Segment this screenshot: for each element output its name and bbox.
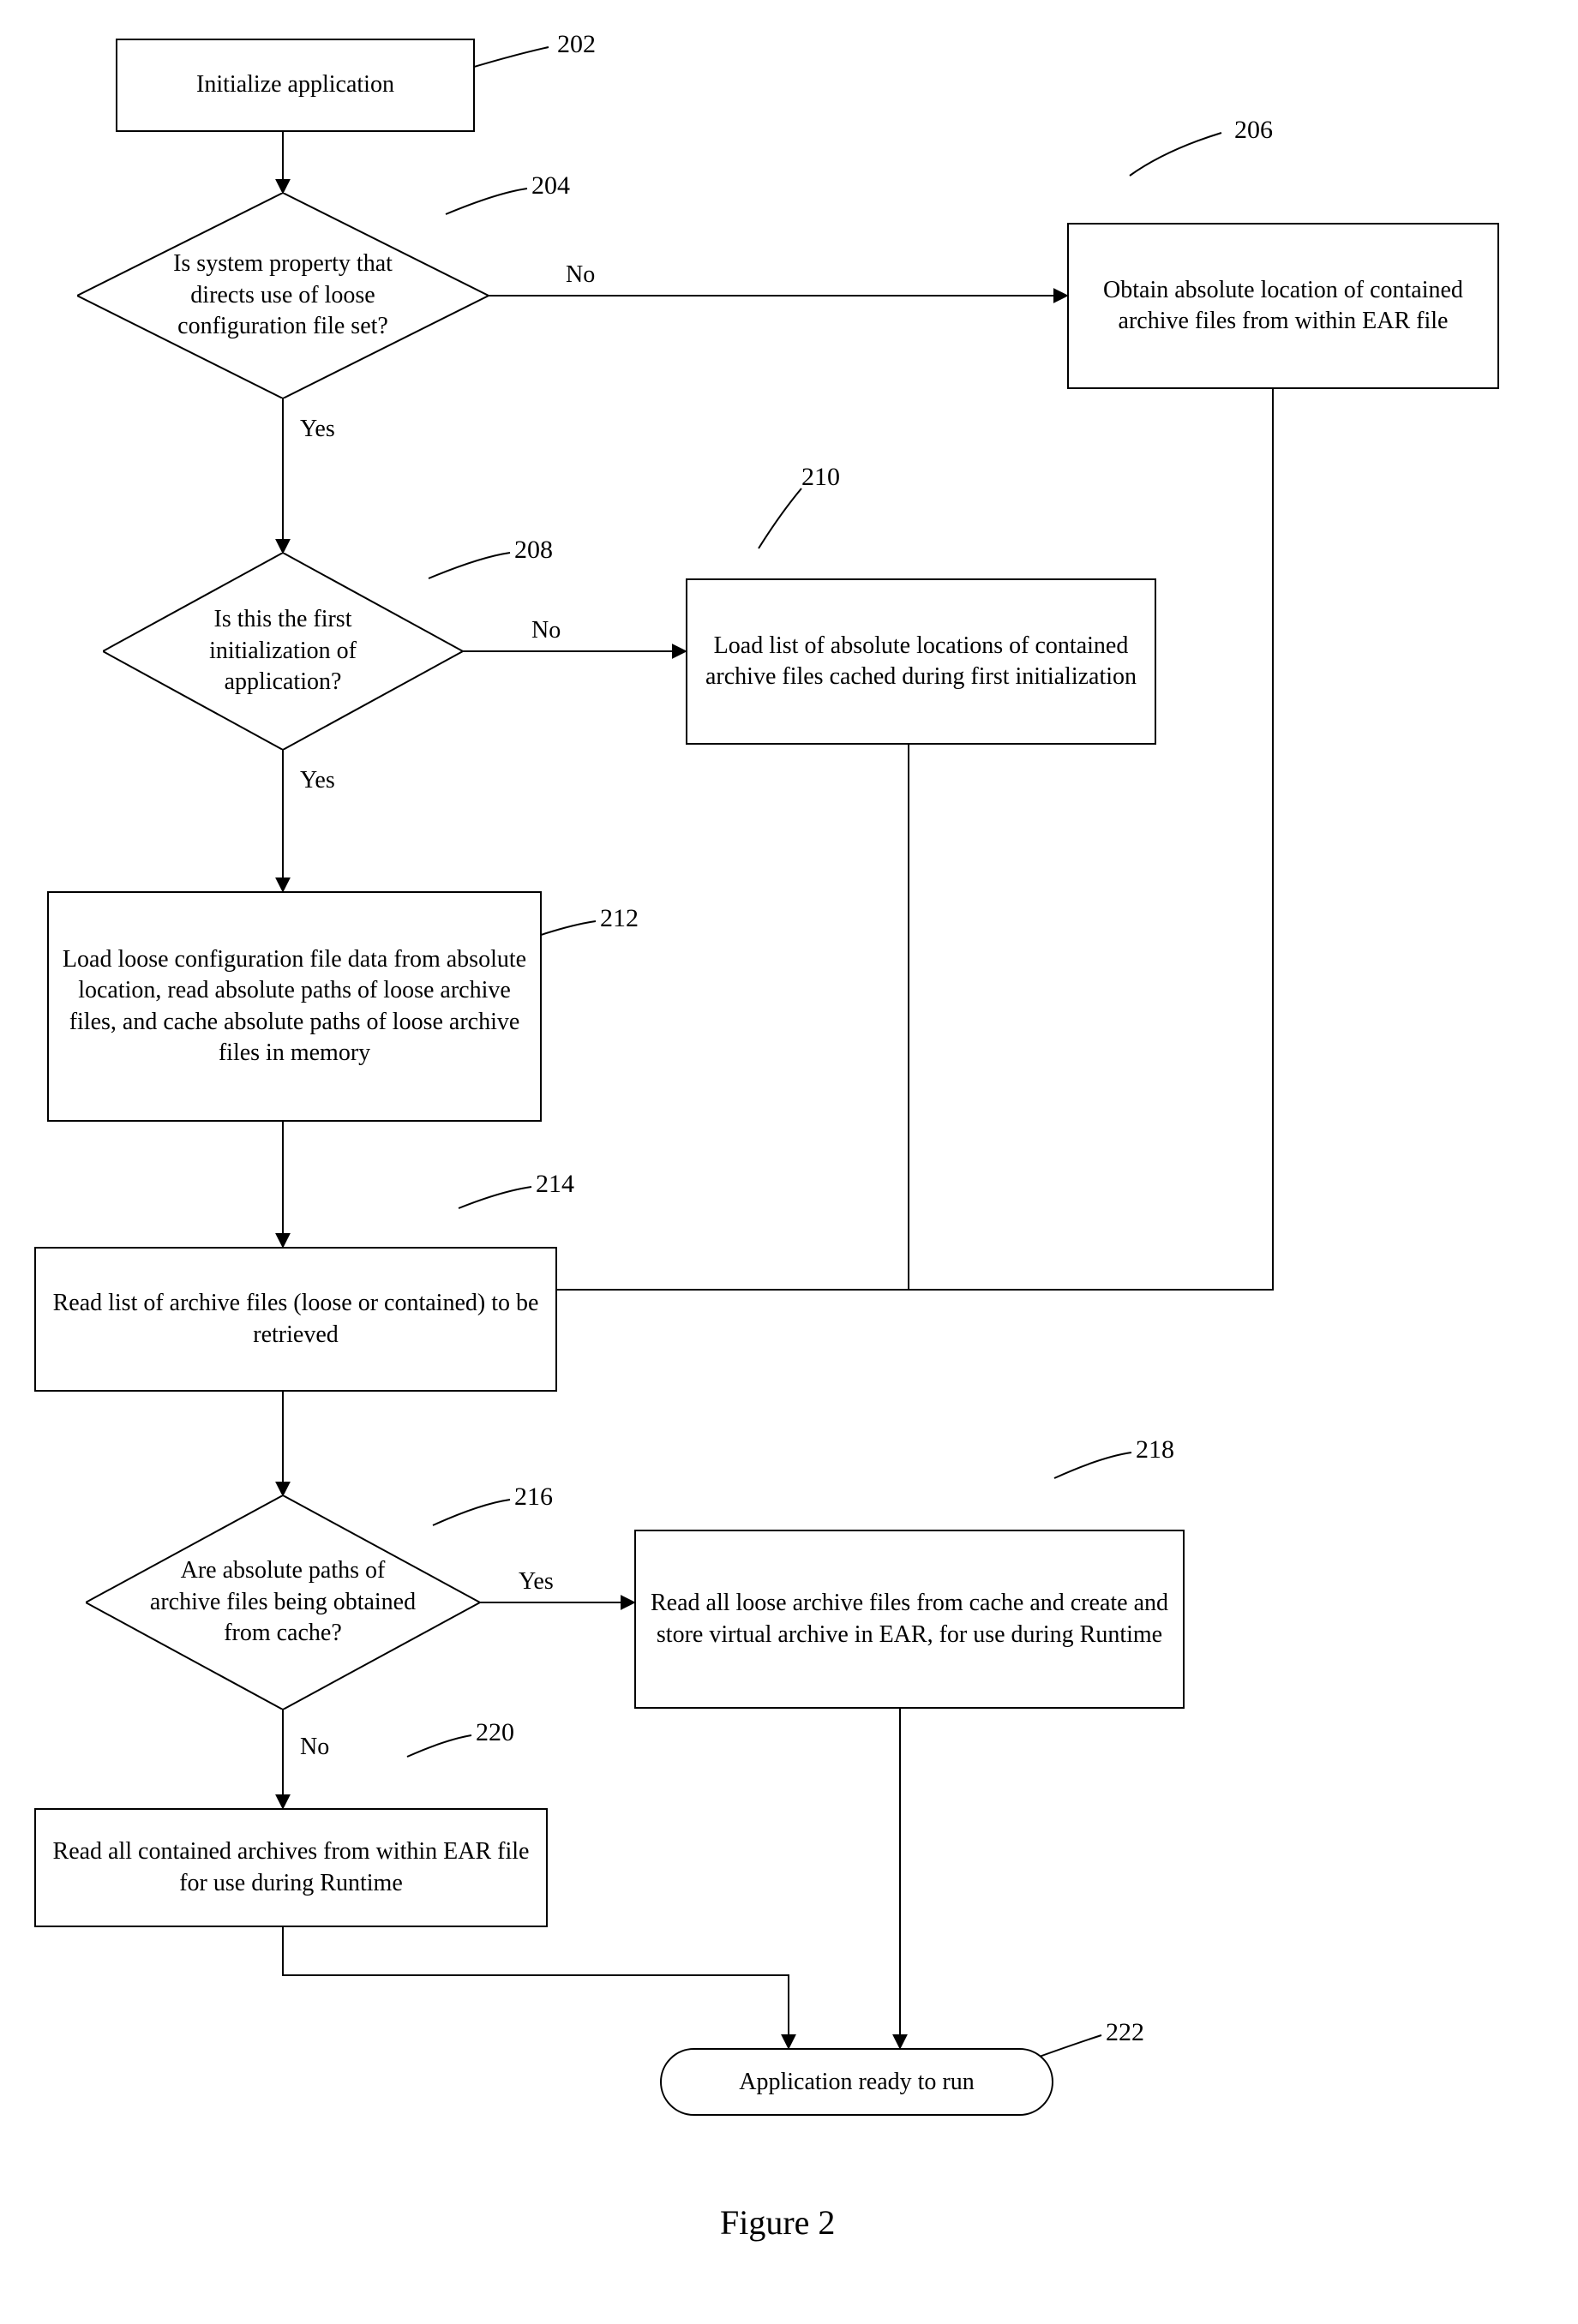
ref-218: 218 bbox=[1136, 1435, 1174, 1464]
process-text: Load list of absolute locations of conta… bbox=[696, 631, 1146, 693]
ref-210: 210 bbox=[801, 463, 840, 492]
figure-caption: Figure 2 bbox=[720, 2202, 835, 2243]
process-text: Obtain absolute location of contained ar… bbox=[1077, 275, 1489, 338]
process-text: Load loose configuration file data from … bbox=[57, 944, 531, 1069]
ref-206: 206 bbox=[1234, 116, 1273, 145]
process-load-cached-list: Load list of absolute locations of conta… bbox=[686, 578, 1156, 745]
edge-label-yes: Yes bbox=[519, 1568, 554, 1596]
ref-212: 212 bbox=[600, 904, 639, 933]
process-text: Read list of archive files (loose or con… bbox=[45, 1288, 547, 1351]
decision-text: Is this the first initialization of appl… bbox=[157, 604, 409, 698]
edge-label-no: No bbox=[531, 617, 561, 644]
process-read-list: Read list of archive files (loose or con… bbox=[34, 1247, 557, 1392]
ref-208: 208 bbox=[514, 536, 553, 565]
decision-text: Is system property that directs use of l… bbox=[139, 249, 427, 342]
edge-label-yes: Yes bbox=[300, 416, 335, 443]
edge-label-no: No bbox=[566, 261, 595, 289]
process-obtain-absolute: Obtain absolute location of contained ar… bbox=[1067, 223, 1499, 389]
process-text: Initialize application bbox=[196, 69, 394, 100]
ref-220: 220 bbox=[476, 1718, 514, 1747]
decision-loose-config: Is system property that directs use of l… bbox=[77, 193, 489, 398]
process-text: Read all contained archives from within … bbox=[45, 1836, 537, 1899]
decision-text: Are absolute paths of archive files bein… bbox=[145, 1555, 421, 1649]
terminator-ready: Application ready to run bbox=[660, 2048, 1053, 2116]
ref-204: 204 bbox=[531, 171, 570, 201]
ref-202: 202 bbox=[557, 30, 596, 59]
process-read-contained: Read all contained archives from within … bbox=[34, 1808, 548, 1927]
ref-216: 216 bbox=[514, 1482, 553, 1512]
ref-222: 222 bbox=[1106, 2018, 1144, 2047]
flowchart-canvas: Initialize application 202 Is system pro… bbox=[34, 34, 1544, 2290]
edge-label-yes: Yes bbox=[300, 767, 335, 794]
process-load-loose-config: Load loose configuration file data from … bbox=[47, 891, 542, 1122]
decision-first-init: Is this the first initialization of appl… bbox=[103, 553, 463, 750]
process-initialize: Initialize application bbox=[116, 39, 475, 132]
edge-label-no: No bbox=[300, 1734, 329, 1761]
process-text: Read all loose archive files from cache … bbox=[645, 1588, 1174, 1650]
process-read-loose-cache: Read all loose archive files from cache … bbox=[634, 1530, 1185, 1709]
ref-214: 214 bbox=[536, 1170, 574, 1199]
decision-from-cache: Are absolute paths of archive files bein… bbox=[86, 1495, 480, 1710]
terminator-text: Application ready to run bbox=[739, 2069, 974, 2096]
